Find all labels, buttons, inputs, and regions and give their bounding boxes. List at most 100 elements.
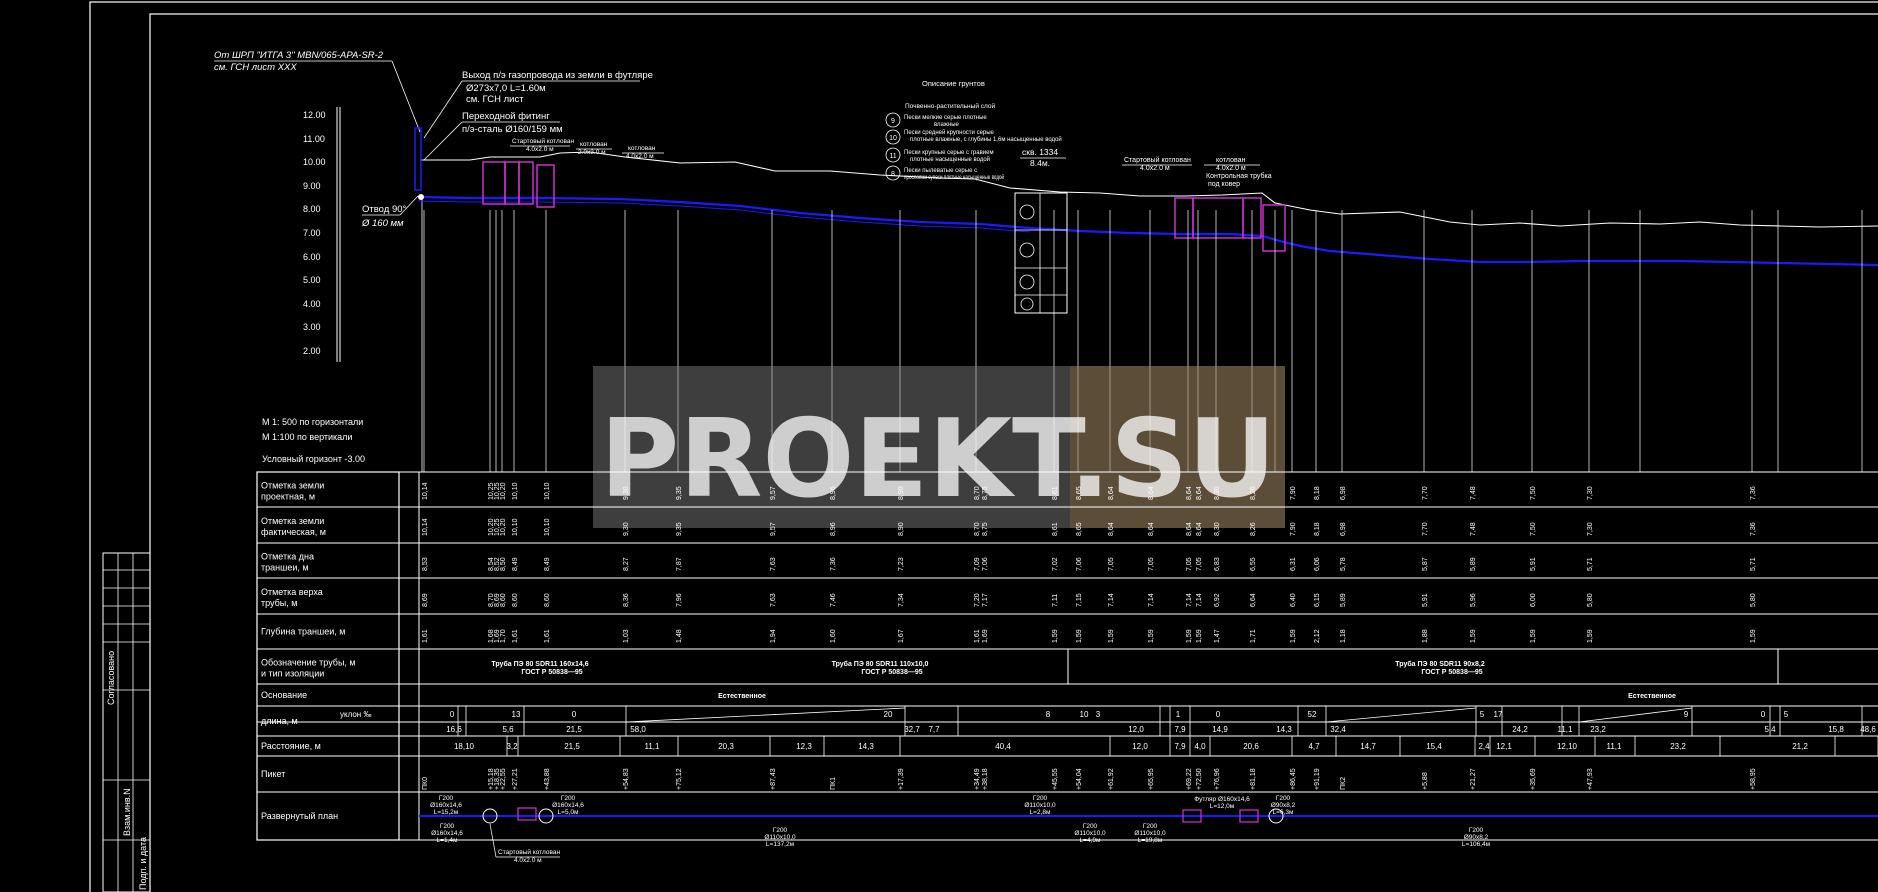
- picket-value: +5,88: [1422, 772, 1429, 790]
- top-value: 8,69: [422, 593, 429, 607]
- table-row-label-line1: Пикет: [261, 769, 285, 779]
- pipe-label: Труба ПЭ 80 SDR11 110х10,0ГОСТ Р 50838—9…: [832, 660, 929, 676]
- depth-value: 1,61: [422, 629, 429, 643]
- plan-label-line2: L=12,0м: [1210, 803, 1235, 810]
- soil-item: 9 Пески мелкие серые плотные влажные: [885, 112, 987, 128]
- picket-value: +65,95: [1148, 768, 1155, 790]
- bottom-value: 7,87: [676, 557, 683, 571]
- elevation-label: 11.00: [303, 134, 325, 144]
- pipe-line: [417, 195, 1878, 267]
- depth-value: 1,61: [544, 629, 551, 643]
- table-row-labels: Отметка землипроектная, мОтметка землифа…: [261, 481, 371, 822]
- slope-value: 9: [1684, 710, 1689, 719]
- plan-label-line3: L=2,8м: [1030, 809, 1051, 816]
- slope-value: 0: [1216, 710, 1221, 719]
- plan-label-line1: Г200: [1276, 795, 1291, 802]
- length-value: 5,4: [1764, 725, 1776, 734]
- proj-value: 8,18: [1314, 486, 1321, 500]
- elevation-label: 3.00: [303, 322, 321, 332]
- plan-label-line2: Ø160х14,6: [431, 830, 463, 837]
- proj-value: 7,48: [1470, 486, 1477, 500]
- pipe-label-line2: ГОСТ Р 50838—95: [861, 669, 922, 676]
- proj-value: 8,26: [1250, 486, 1257, 500]
- plan-label-line3: L=5,0м: [558, 809, 579, 816]
- bottom-value: 5,91: [1530, 557, 1537, 571]
- length-value: 21,5: [566, 725, 582, 734]
- picket-value: +47,93: [1587, 768, 1594, 790]
- depth-value: 1,88: [1422, 629, 1429, 643]
- start-pit2-line2: 4.0х2.0 м: [1140, 165, 1170, 172]
- plan-label-line2: Ø90х8,2: [1464, 834, 1489, 841]
- distance-value: 12,1: [1496, 742, 1512, 751]
- top-value: 5,80: [1750, 593, 1757, 607]
- proj-value: 9,30: [623, 486, 630, 500]
- elevation-label: 6.00: [303, 252, 321, 262]
- elevation-label: 8.00: [303, 204, 321, 214]
- top-value: 7,14: [1186, 593, 1193, 607]
- slope-value: 5: [1784, 710, 1789, 719]
- pipe-label-line1: Труба ПЭ 80 SDR11 160х14,6: [491, 660, 588, 668]
- depth-value: 1,59: [1052, 629, 1059, 643]
- plan-label: Г200Ø110х10,0L=2,8м: [1024, 795, 1056, 816]
- table-row-label-line1: Развернутый план: [261, 811, 338, 821]
- proj-value: 8,30: [1214, 486, 1221, 500]
- depth-value: 1,03: [623, 629, 630, 643]
- soil-item-num: 8: [891, 171, 895, 178]
- depth-value: 1,59: [1587, 629, 1594, 643]
- bottom-value: 7,63: [770, 557, 777, 571]
- table-row-label-line2: трубы, м: [261, 598, 297, 608]
- soil-item-line2: плотные влажные, с глубины 1,6м насыщенн…: [910, 136, 1062, 143]
- source-note-line1: От ШРП "ИТГА 3" MBN/065-APA-SR-2: [214, 50, 384, 61]
- proj-value: 7,90: [1290, 486, 1297, 500]
- pit-c-line2: 4.0х2.0 м: [1216, 165, 1246, 172]
- table-values: 10,14 10,25 10,25 10,20 10,10 10,10 9,30 9,35 9,…: [419, 482, 1878, 864]
- plan-label-line1: Г200: [439, 795, 454, 802]
- plan-label-line2: Ø110х10,0: [1024, 802, 1056, 809]
- table-row-label: Отметка верхатрубы, м: [261, 587, 323, 608]
- length-value: 12,0: [1128, 725, 1144, 734]
- fitting-note-line2: п/э-сталь Ø160/159 мм: [462, 124, 563, 135]
- fact-value: 7,90: [1290, 522, 1297, 536]
- top-value: 7,11: [1052, 594, 1059, 607]
- bottom-value: 7,02: [1052, 557, 1059, 571]
- exit-note-line1: Выход п/э газопровода из земли в футляре: [462, 70, 653, 81]
- distance-value: 21,2: [1792, 742, 1808, 751]
- picket-value: +27,21: [512, 768, 519, 790]
- fitting-note-line1: Переходной фитинг: [462, 111, 550, 122]
- distance-value: 4,7: [1308, 742, 1320, 751]
- length-value: 23,2: [1590, 725, 1606, 734]
- fact-value: 9,57: [770, 522, 777, 536]
- slope-value: 0: [450, 710, 455, 719]
- elevation-label: 5.00: [303, 275, 321, 285]
- bottom-value: 8,49: [512, 557, 519, 571]
- proj-value: 9,35: [676, 486, 683, 500]
- top-value: 7,15: [1076, 593, 1083, 607]
- plan-label-line3: L=106,4м: [1462, 841, 1491, 848]
- depth-value: 1,94: [770, 629, 777, 643]
- plan-label-line3: L=4,9м: [1080, 837, 1101, 844]
- fact-value: 8,75: [982, 522, 989, 536]
- distance-value: 21,5: [564, 742, 580, 751]
- borehole-line2: 8.4м.: [1030, 158, 1050, 168]
- pit-c-line3: Контрольная трубка: [1206, 172, 1272, 180]
- plan-label-line3: L=15,2м: [434, 809, 459, 816]
- depth-value: 1,18: [1340, 629, 1347, 643]
- proj-value: 10,10: [544, 482, 551, 500]
- top-value: 5,91: [1422, 593, 1429, 607]
- distance-value: 23,2: [1670, 742, 1686, 751]
- soil-item-num: 10: [889, 135, 897, 142]
- fact-value: 8,65: [1076, 522, 1083, 536]
- proj-value: 8,64: [1186, 486, 1193, 500]
- picket-value: +38,18: [982, 768, 989, 790]
- soil-item: 8 Пески пылеватые серые с прослоями супе…: [885, 165, 1004, 181]
- top-value: 6,00: [1530, 593, 1537, 607]
- top-value: 7,14: [1148, 593, 1155, 607]
- table-row-label-line1: Расстояние, м: [261, 741, 321, 751]
- scale-horizontal: М 1: 500 по горизонтали: [262, 417, 363, 427]
- plan-label-line3: L=6,3м: [1273, 809, 1294, 816]
- pit-c-line1: котлован: [1216, 157, 1246, 164]
- fact-value: 8,18: [1314, 522, 1321, 536]
- length-value: 32,4: [1330, 725, 1346, 734]
- table-row-label: Отметка днатраншеи, м: [261, 552, 314, 573]
- top-value: 8,60: [500, 593, 507, 607]
